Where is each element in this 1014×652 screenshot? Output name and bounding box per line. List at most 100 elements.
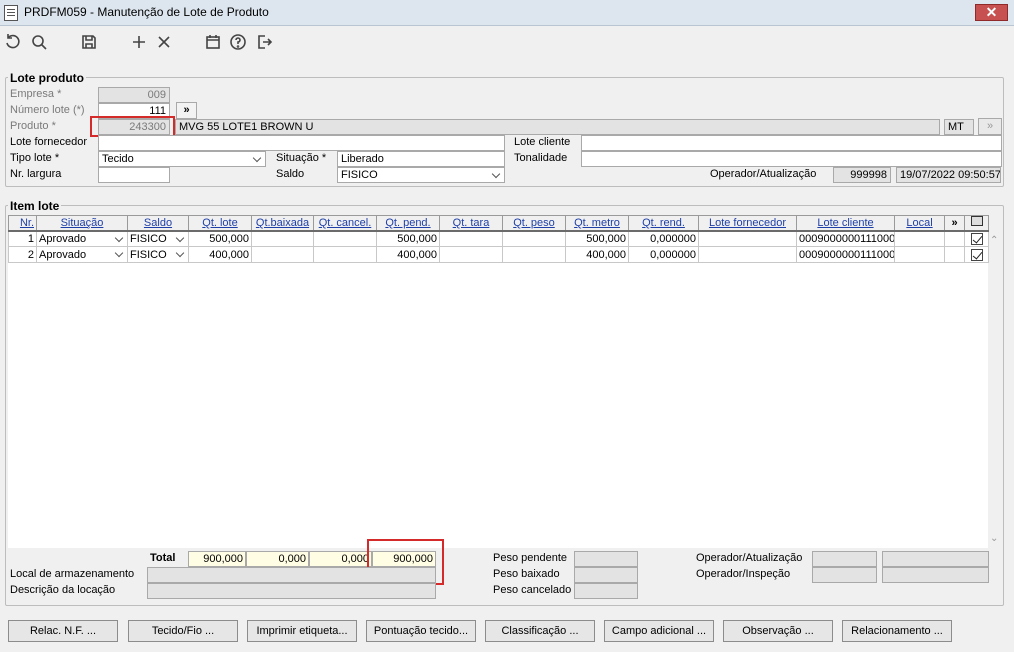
row-situacao-select[interactable]: Aprovado	[36, 230, 128, 247]
row-lote-fornecedor[interactable]	[698, 246, 797, 263]
col-qt-peso[interactable]: Qt. peso	[502, 215, 566, 232]
inspecao-operador-field	[812, 567, 877, 583]
search-icon[interactable]	[28, 31, 50, 53]
help-icon[interactable]	[227, 31, 249, 53]
lote-fornecedor-label: Lote fornecedor	[10, 136, 88, 148]
col-qt-rend[interactable]: Qt. rend.	[628, 215, 699, 232]
table-row[interactable]: 2 Aprovado FISICO 400,000 400,000 400,00…	[8, 246, 989, 263]
row-spacer	[944, 230, 965, 247]
col-qt-baixada[interactable]: Qt.baixada	[251, 215, 314, 232]
grid-scrollbar[interactable]: ⌃ ⌄	[987, 231, 1002, 548]
row-lote-cliente[interactable]: 0009000000111000	[796, 230, 895, 247]
item-operador-field	[812, 551, 877, 567]
save-icon[interactable]	[78, 31, 100, 53]
col-qt-lote[interactable]: Qt. lote	[188, 215, 252, 232]
add-icon[interactable]	[128, 31, 150, 53]
tonalidade-field[interactable]	[581, 151, 1002, 167]
close-button[interactable]: ✕	[975, 4, 1008, 21]
col-nr[interactable]: Nr.	[8, 215, 37, 232]
row-qt-baixada[interactable]	[251, 246, 314, 263]
peso-baixado-label: Peso baixado	[493, 568, 560, 580]
total-qt-lote: 900,000	[188, 551, 246, 567]
pontuacao-tecido-button[interactable]: Pontuação tecido...	[366, 620, 476, 642]
row-qt-cancel[interactable]	[313, 246, 377, 263]
row-checkbox[interactable]	[964, 246, 989, 263]
row-qt-tara[interactable]	[439, 230, 503, 247]
row-saldo-select[interactable]: FISICO	[127, 246, 189, 263]
inspecao-data-field	[882, 567, 989, 583]
nr-largura-label: Nr. largura	[10, 168, 62, 180]
row-lote-fornecedor[interactable]	[698, 230, 797, 247]
col-lote-cliente[interactable]: Lote cliente	[796, 215, 895, 232]
tecido-fio-button[interactable]: Tecido/Fio ...	[128, 620, 238, 642]
local-armazenamento-field[interactable]	[147, 567, 436, 583]
col-qt-pend[interactable]: Qt. pend.	[376, 215, 440, 232]
col-lote-fornecedor[interactable]: Lote fornecedor	[698, 215, 797, 232]
empresa-field: 009	[98, 87, 170, 103]
lote-cliente-field[interactable]	[581, 135, 1002, 151]
descricao-locacao-label: Descrição da locação	[10, 584, 116, 596]
title-bar: PRDFM059 - Manutenção de Lote de Produto…	[0, 0, 1014, 26]
refresh-icon[interactable]	[2, 31, 24, 53]
peso-baixado-field	[574, 567, 638, 583]
lote-fornecedor-field[interactable]	[98, 135, 505, 151]
row-qt-baixada[interactable]	[251, 230, 314, 247]
produto-unit-field: MT	[944, 119, 974, 135]
table-row[interactable]: 1 Aprovado FISICO 500,000 500,000 500,00…	[8, 230, 989, 247]
col-qt-cancel[interactable]: Qt. cancel.	[313, 215, 377, 232]
row-qt-pend[interactable]: 400,000	[376, 246, 440, 263]
tonalidade-label: Tonalidade	[514, 152, 568, 164]
row-situacao-select[interactable]: Aprovado	[36, 246, 128, 263]
situacao-label: Situação *	[276, 152, 327, 164]
saldo-select[interactable]: FISICO	[337, 167, 505, 183]
row-nr: 2	[8, 246, 37, 263]
row-qt-lote[interactable]: 400,000	[188, 246, 252, 263]
delete-icon[interactable]	[153, 31, 175, 53]
row-qt-lote[interactable]: 500,000	[188, 230, 252, 247]
next-lote-button[interactable]: »	[176, 102, 197, 119]
row-qt-tara[interactable]	[439, 246, 503, 263]
scroll-up-icon[interactable]: ⌃	[990, 235, 998, 246]
col-situacao[interactable]: Situação	[36, 215, 128, 232]
operador-atualizacao-label: Operador/Atualização	[710, 168, 817, 180]
row-checkbox[interactable]	[964, 230, 989, 247]
row-saldo-select[interactable]: FISICO	[127, 230, 189, 247]
campo-adicional-button[interactable]: Campo adicional ...	[604, 620, 714, 642]
numero-lote-label: Número lote (*)	[10, 104, 85, 116]
row-qt-pend[interactable]: 500,000	[376, 230, 440, 247]
row-qt-peso[interactable]	[502, 230, 566, 247]
calendar-icon[interactable]	[202, 31, 224, 53]
operador-atualizacao-label-2: Operador/Atualização	[696, 552, 803, 564]
produto-desc-field: MVG 55 LOTE1 BROWN U	[175, 119, 940, 135]
lote-cliente-label: Lote cliente	[514, 136, 571, 148]
row-qt-metro[interactable]: 400,000	[565, 246, 629, 263]
row-qt-metro[interactable]: 500,000	[565, 230, 629, 247]
select-all-icon[interactable]	[964, 215, 989, 232]
situacao-field[interactable]: Liberado	[337, 151, 505, 167]
row-lote-cliente[interactable]: 0009000000111000	[796, 246, 895, 263]
row-qt-cancel[interactable]	[313, 230, 377, 247]
row-local[interactable]	[894, 230, 945, 247]
row-qt-peso[interactable]	[502, 246, 566, 263]
row-qt-rend[interactable]: 0,000000	[628, 246, 699, 263]
grid-area	[8, 215, 988, 548]
imprimir-etiqueta-button[interactable]: Imprimir etiqueta...	[247, 620, 357, 642]
total-label: Total	[150, 552, 176, 564]
col-qt-metro[interactable]: Qt. metro	[565, 215, 629, 232]
row-local[interactable]	[894, 246, 945, 263]
col-saldo[interactable]: Saldo	[127, 215, 189, 232]
row-qt-rend[interactable]: 0,000000	[628, 230, 699, 247]
produto-lookup-icon[interactable]: »	[978, 118, 1002, 135]
observacao-button[interactable]: Observação ...	[723, 620, 833, 642]
col-local[interactable]: Local	[894, 215, 945, 232]
relac-nf-button[interactable]: Relac. N.F. ...	[8, 620, 118, 642]
tipo-lote-select[interactable]: Tecido	[98, 151, 266, 167]
more-columns-button[interactable]: »	[944, 215, 965, 232]
exit-icon[interactable]	[253, 31, 275, 53]
relacionamento-button[interactable]: Relacionamento ...	[842, 620, 952, 642]
nr-largura-field[interactable]	[98, 167, 170, 183]
operador-inspecao-label: Operador/Inspeção	[696, 568, 791, 580]
classificacao-button[interactable]: Classificação ...	[485, 620, 595, 642]
col-qt-tara[interactable]: Qt. tara	[439, 215, 503, 232]
scroll-down-icon[interactable]: ⌄	[990, 533, 998, 544]
